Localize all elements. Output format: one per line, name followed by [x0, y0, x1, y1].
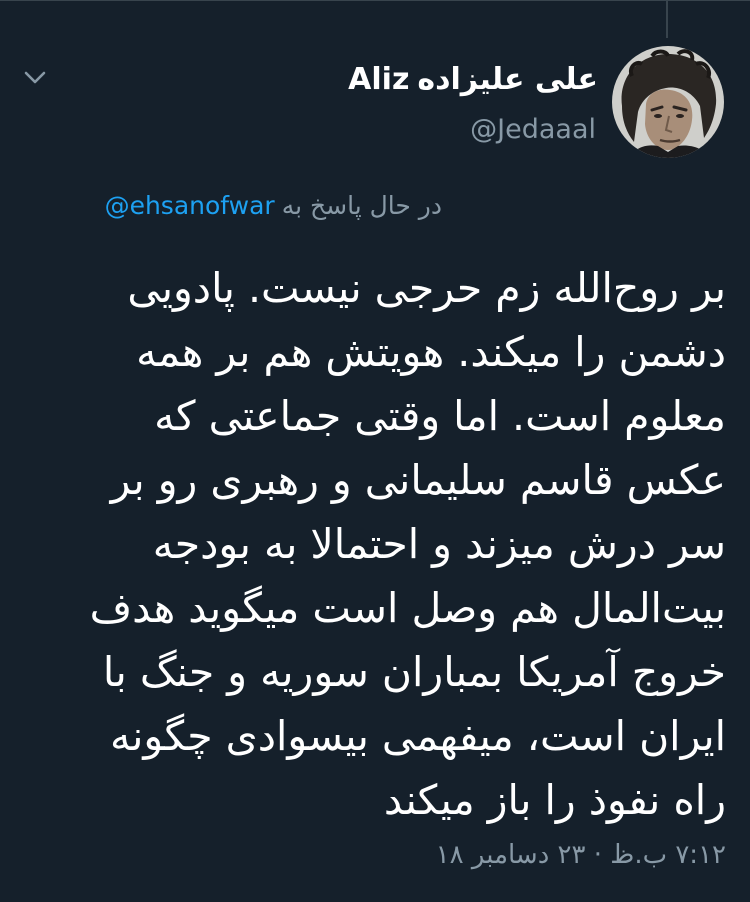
- tweet-text-line: معلوم است. اما وقتی جماعتی که: [154, 392, 726, 440]
- tweet-text-line: ایران است، میفهمی بیسوادی چگونه: [110, 712, 726, 760]
- reply-mention-link[interactable]: @ehsanofwar: [105, 191, 275, 220]
- chevron-down-icon[interactable]: [22, 64, 48, 90]
- author-name-persian: علی علیزاده: [417, 62, 598, 97]
- tweet-text-line: بیت‌المال هم وصل است میگوید هدف: [89, 584, 726, 632]
- tweet-text-line: عکس قاسم سلیمانی و رهبری رو بر: [110, 456, 726, 504]
- tweet-text-line: بر روح‌الله زم حرجی نیست. پادویی: [127, 264, 726, 312]
- tweet-text-line: خروج آمریکا بمباران سوریه و جنگ با: [102, 648, 726, 696]
- author-handle[interactable]: @Jedaaal: [470, 114, 596, 145]
- avatar[interactable]: [612, 46, 724, 158]
- reply-context: در حال پاسخ به @ehsanofwar: [105, 191, 442, 220]
- tweet-text-line: دشمن را میکند. هویتش هم بر همه: [136, 328, 726, 376]
- tweet-text-line: راه نفوذ را باز میکند: [383, 776, 726, 824]
- author-name[interactable]: علی علیزاده Aliz: [348, 62, 598, 97]
- tweet-timestamp[interactable]: ۷:۱۲ ب.ظ · ۲۳ دسامبر ۱۸: [436, 840, 726, 870]
- reply-prefix: در حال پاسخ به: [281, 191, 442, 220]
- thread-connector-line: [666, 0, 668, 38]
- author-name-latin: Aliz: [348, 62, 410, 97]
- tweet-text-line: سر درش میزند و احتمالا به بودجه: [152, 520, 726, 568]
- tweet-text: بر روح‌الله زم حرجی نیست. پادویی دشمن را…: [18, 256, 726, 832]
- top-divider: [0, 0, 750, 1]
